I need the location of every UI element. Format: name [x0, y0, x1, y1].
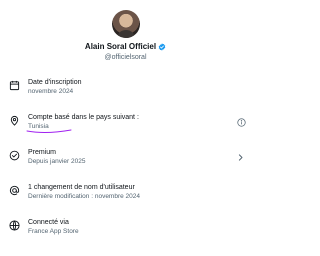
row-connected-via: Connecté via France App Store — [0, 218, 251, 248]
row-title: Date d'inscription — [28, 79, 82, 86]
row-title: Connecté via — [28, 219, 69, 226]
verified-badge-icon — [158, 43, 166, 51]
row-title: Premium — [28, 149, 57, 156]
profile-handle: @officielsoral — [104, 54, 147, 61]
row-join-date: Date d'inscription novembre 2024 — [0, 78, 251, 108]
row-premium[interactable]: Premium Depuis janvier 2025 — [0, 148, 251, 178]
avatar[interactable] — [111, 10, 140, 38]
chevron-right-icon[interactable] — [236, 153, 245, 162]
premium-check-icon — [9, 150, 20, 161]
profile-name-row: Alain Soral Officiel — [0, 42, 251, 52]
row-title: Compte basé dans le pays suivant : — [28, 114, 139, 121]
location-pin-icon — [9, 115, 20, 126]
row-subtitle: Dernière modification : novembre 2024 — [28, 193, 141, 200]
row-username-changes: 1 changement de nom d'utilisateur Derniè… — [0, 183, 251, 213]
hand-drawn-underline — [26, 129, 72, 133]
info-icon[interactable] — [237, 118, 246, 127]
row-subtitle: France App Store — [28, 228, 79, 235]
at-sign-icon — [9, 185, 20, 196]
globe-icon — [9, 220, 20, 231]
profile-name: Alain Soral Officiel — [84, 42, 157, 51]
row-account-country: Compte basé dans le pays suivant : Tunis… — [0, 113, 251, 143]
row-title: 1 changement de nom d'utilisateur — [28, 184, 135, 191]
row-subtitle: Depuis janvier 2025 — [28, 158, 86, 165]
row-subtitle: novembre 2024 — [28, 88, 74, 95]
profile-header: Alain Soral Officiel @officielsoral — [0, 10, 251, 62]
calendar-icon — [9, 80, 20, 91]
